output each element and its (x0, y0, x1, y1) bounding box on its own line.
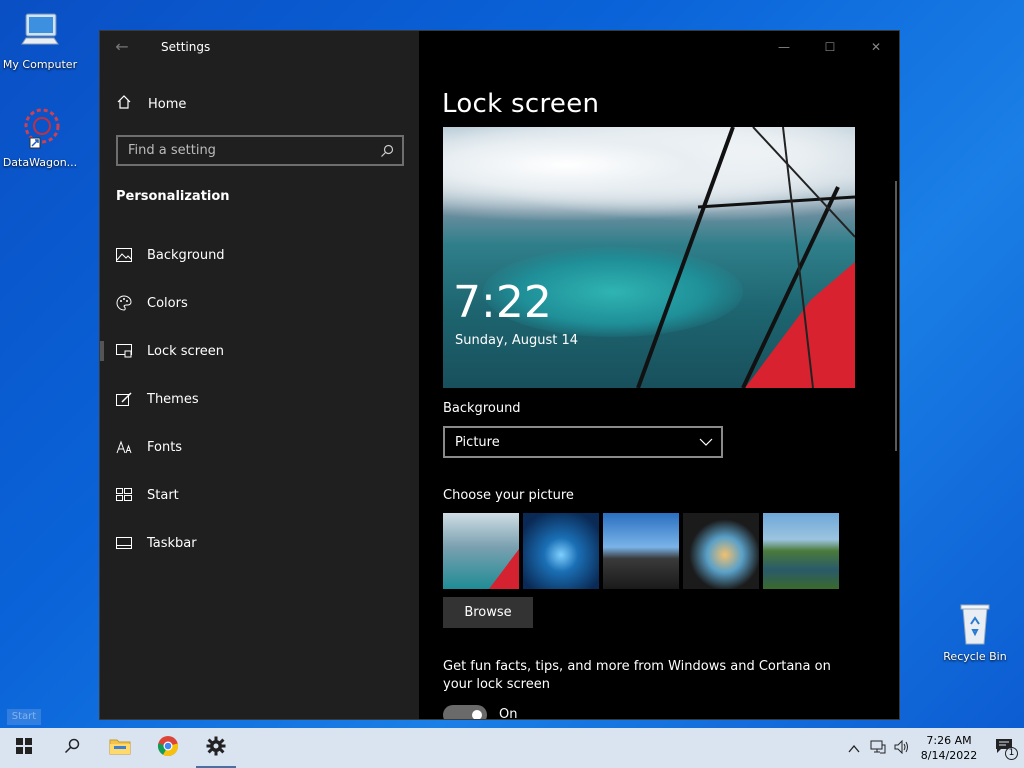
toggle-knob (472, 710, 482, 719)
picture-thumbnail[interactable] (763, 513, 839, 589)
sidebar-item-home[interactable]: Home (116, 93, 186, 115)
settings-taskbar-button[interactable] (192, 728, 240, 768)
desktop-icon-label: My Computer (2, 58, 78, 71)
chrome-button[interactable] (144, 728, 192, 768)
fun-facts-toggle[interactable] (443, 705, 487, 719)
desktop-icon-label: Recycle Bin (943, 650, 1007, 663)
desktop-icon-recycle-bin[interactable]: Recycle Bin (935, 600, 1015, 663)
picture-thumbnail[interactable] (603, 513, 679, 589)
sidebar-item-colors[interactable]: Colors (100, 279, 419, 327)
section-title: Personalization (116, 189, 230, 204)
taskbar: 7:26 AM 8/14/2022 1 (0, 728, 1024, 768)
settings-window: ← Settings Home Personalization Backgrou… (99, 30, 900, 720)
datawagon-logo-icon (16, 106, 64, 154)
taskbar-icon (116, 535, 132, 551)
start-icon (116, 487, 132, 503)
sidebar-item-background[interactable]: Background (100, 231, 419, 279)
sidebar-item-label: Lock screen (147, 343, 224, 359)
search-input[interactable] (128, 143, 368, 158)
back-button[interactable]: ← (112, 37, 132, 57)
preview-time: 7:22 (453, 277, 552, 328)
scrollbar[interactable] (895, 181, 897, 451)
folder-icon (109, 737, 131, 759)
picture-thumbnail[interactable] (443, 513, 519, 589)
desktop-icon-datawagon[interactable]: DataWagon... (0, 106, 80, 169)
themes-icon (116, 391, 132, 407)
search-button[interactable] (48, 728, 96, 768)
network-icon (870, 739, 886, 758)
sidebar-item-label: Colors (147, 295, 188, 311)
title-bar: ← Settings (100, 31, 419, 63)
desktop-icon-my-computer[interactable]: My Computer (0, 8, 80, 71)
start-hint: Start (7, 709, 41, 725)
settings-content: — ☐ ✕ Lock screen 7:22 Sunday, August 14… (419, 31, 899, 719)
notification-count-badge: 1 (1005, 747, 1018, 760)
start-button[interactable] (0, 728, 48, 768)
close-button[interactable]: ✕ (853, 31, 899, 63)
fonts-icon (116, 439, 132, 455)
speaker-icon (894, 739, 910, 758)
volume-button[interactable] (890, 728, 914, 768)
search-box (116, 135, 404, 166)
windows-logo-icon (16, 738, 32, 758)
sidebar-item-taskbar[interactable]: Taskbar (100, 519, 419, 567)
sidebar-item-label: Home (148, 96, 187, 112)
search-icon[interactable] (380, 143, 394, 162)
preview-date: Sunday, August 14 (455, 333, 579, 348)
action-center-button[interactable]: 1 (984, 728, 1024, 768)
sidebar-item-fonts[interactable]: Fonts (100, 423, 419, 471)
image-icon (116, 247, 132, 263)
lock-screen-icon (116, 343, 132, 359)
taskbar-time: 7:26 AM (926, 734, 972, 747)
chevron-down-icon (699, 435, 713, 453)
minimize-button[interactable]: — (761, 31, 807, 63)
file-explorer-button[interactable] (96, 728, 144, 768)
background-label: Background (443, 401, 521, 416)
settings-sidebar: ← Settings Home Personalization Backgrou… (100, 31, 419, 719)
search-icon (64, 738, 80, 758)
taskbar-clock[interactable]: 7:26 AM 8/14/2022 (914, 733, 984, 763)
choose-picture-label: Choose your picture (443, 488, 574, 503)
network-button[interactable] (866, 728, 890, 768)
computer-icon (16, 8, 64, 56)
preview-wing-struts (636, 127, 855, 388)
toggle-state-label: On (499, 707, 518, 720)
picture-thumbnails (443, 513, 839, 589)
maximize-button[interactable]: ☐ (807, 31, 853, 63)
taskbar-date: 8/14/2022 (920, 749, 978, 762)
chrome-icon (157, 735, 179, 761)
home-icon (116, 94, 132, 114)
picture-thumbnail[interactable] (683, 513, 759, 589)
lock-screen-preview: 7:22 Sunday, August 14 (443, 127, 855, 388)
sidebar-item-themes[interactable]: Themes (100, 375, 419, 423)
sidebar-item-start[interactable]: Start (100, 471, 419, 519)
background-dropdown[interactable]: Picture (443, 426, 723, 458)
chevron-up-icon (848, 739, 860, 758)
window-controls: — ☐ ✕ (761, 31, 899, 63)
fun-facts-description: Get fun facts, tips, and more from Windo… (443, 659, 831, 692)
sidebar-item-label: Background (147, 247, 225, 263)
sidebar-item-label: Taskbar (147, 535, 197, 551)
sidebar-item-label: Start (147, 487, 179, 503)
browse-button[interactable]: Browse (443, 597, 533, 628)
gear-icon (206, 736, 226, 760)
sidebar-item-label: Themes (147, 391, 199, 407)
picture-thumbnail[interactable] (523, 513, 599, 589)
desktop-icon-label: DataWagon... (2, 156, 78, 169)
show-hidden-icons-button[interactable] (842, 728, 866, 768)
system-tray: 7:26 AM 8/14/2022 1 (842, 728, 1024, 768)
sidebar-item-lock-screen[interactable]: Lock screen (100, 327, 419, 375)
background-dropdown-value: Picture (455, 434, 500, 450)
sidebar-item-label: Fonts (147, 439, 183, 455)
sidebar-nav: Background Colors Lock screen Themes Fon… (100, 231, 419, 567)
recycle-bin-icon (951, 600, 999, 648)
app-title: Settings (161, 40, 211, 54)
page-title: Lock screen (442, 89, 600, 119)
palette-icon (116, 295, 132, 311)
